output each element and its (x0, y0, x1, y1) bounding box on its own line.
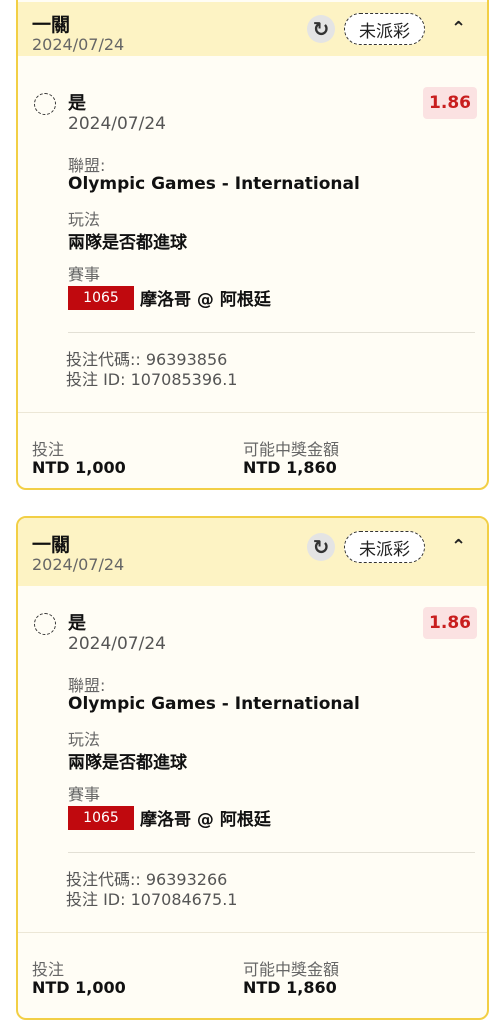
bet-code: 投注代碼:: 96393856 (66, 350, 228, 369)
stake-label: 投注 (32, 440, 65, 459)
bet-code: 投注代碼:: 96393266 (66, 870, 228, 889)
status-badge: 未派彩 (344, 13, 425, 45)
selection-date: 2024/07/24 (68, 634, 166, 654)
market-value: 兩隊是否都進球 (68, 233, 187, 253)
bet-type: 一關 (32, 534, 71, 556)
market-label: 玩法 (68, 730, 101, 749)
stake-value: NTD 1,000 (32, 978, 126, 997)
footer-divider (18, 932, 487, 933)
payout-label: 可能中獎金額 (243, 960, 340, 979)
event-row: 1065 摩洛哥 @ 阿根廷 (68, 805, 271, 830)
odds-badge: 1.86 (423, 607, 477, 639)
event-name: 摩洛哥 @ 阿根廷 (140, 290, 271, 310)
bet-id: 投注 ID: 107084675.1 (66, 890, 238, 909)
chevron-up-icon[interactable]: ⌃ (451, 18, 466, 39)
bet-date: 2024/07/24 (32, 555, 125, 574)
divider (68, 852, 475, 853)
event-id-badge: 1065 (68, 805, 134, 830)
bet-date: 2024/07/24 (32, 35, 125, 54)
payout-label: 可能中獎金額 (243, 440, 340, 459)
status-badge: 未派彩 (344, 531, 425, 563)
refresh-icon[interactable]: ↻ (307, 15, 335, 43)
stake-label: 投注 (32, 960, 65, 979)
bet-card: 一關 2024/07/24 ↻ 未派彩 ⌃ 是 2024/07/24 1.86 … (16, 516, 489, 1020)
selection: 是 (68, 613, 86, 634)
bet-id: 投注 ID: 107085396.1 (66, 370, 238, 389)
event-id-badge: 1065 (68, 285, 134, 310)
chevron-up-icon[interactable]: ⌃ (451, 536, 466, 557)
event-row: 1065 摩洛哥 @ 阿根廷 (68, 285, 271, 310)
market-value: 兩隊是否都進球 (68, 753, 187, 773)
refresh-icon[interactable]: ↻ (307, 533, 335, 561)
divider (68, 332, 475, 333)
payout-value: NTD 1,860 (243, 978, 337, 997)
market-label: 玩法 (68, 210, 101, 229)
odds-badge: 1.86 (423, 87, 477, 119)
bet-type: 一關 (32, 14, 71, 36)
event-name: 摩洛哥 @ 阿根廷 (140, 810, 271, 830)
league-value: Olympic Games - International (68, 174, 360, 194)
footer-divider (18, 412, 487, 413)
payout-value: NTD 1,860 (243, 458, 337, 477)
stake-value: NTD 1,000 (32, 458, 126, 477)
radio-icon[interactable] (34, 93, 56, 115)
league-label: 聯盟: (68, 156, 106, 175)
league-label: 聯盟: (68, 676, 106, 695)
bet-card: 一關 2024/07/24 ↻ 未派彩 ⌃ 是 2024/07/24 1.86 … (16, 0, 489, 490)
event-label: 賽事 (68, 785, 101, 804)
selection: 是 (68, 93, 86, 114)
league-value: Olympic Games - International (68, 694, 360, 714)
event-label: 賽事 (68, 265, 101, 284)
selection-date: 2024/07/24 (68, 114, 166, 134)
radio-icon[interactable] (34, 613, 56, 635)
